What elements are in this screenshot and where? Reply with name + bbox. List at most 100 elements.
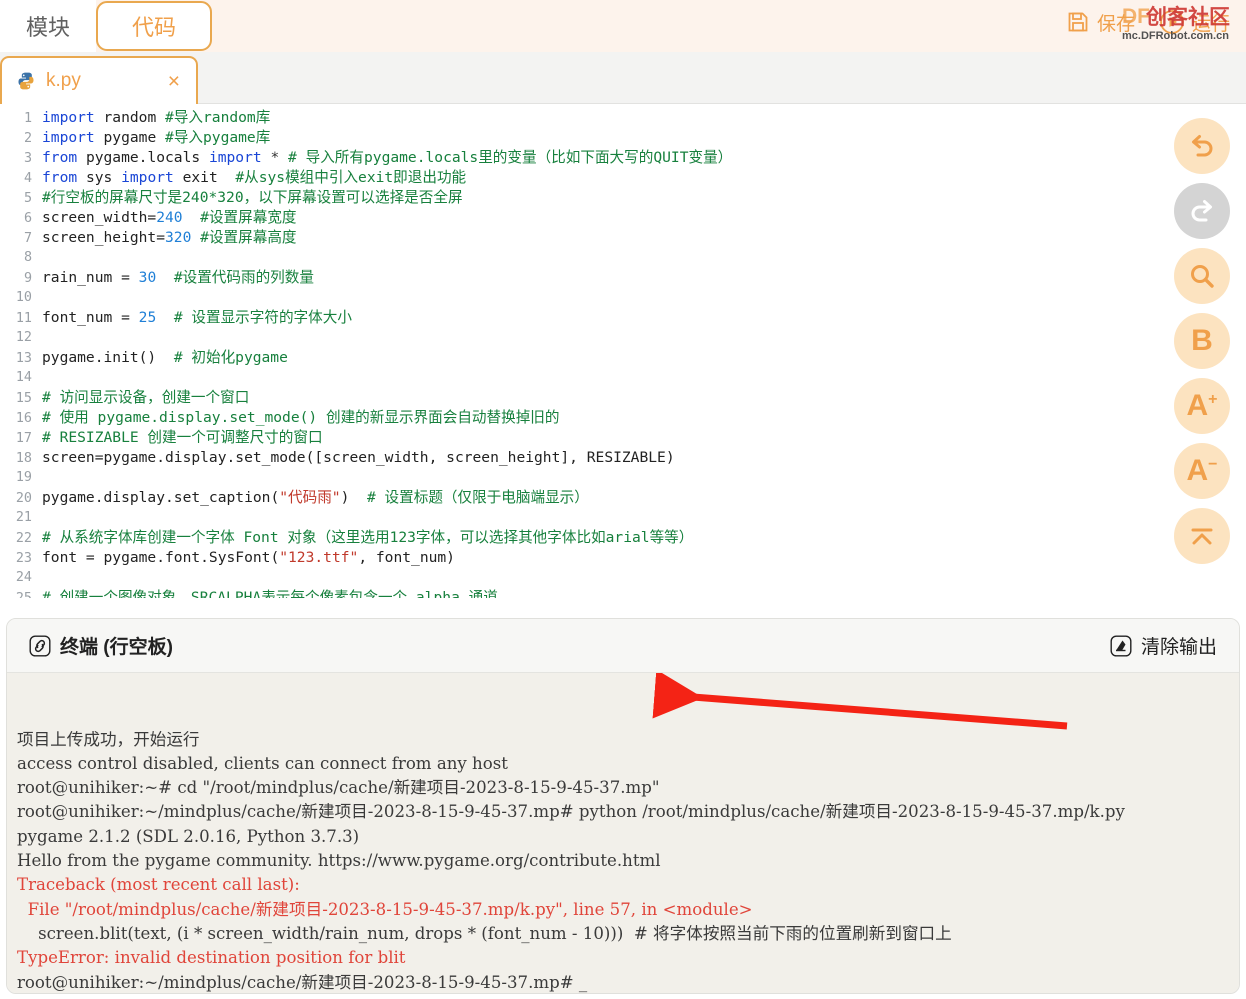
code-line[interactable]: 21: [0, 508, 1160, 528]
rail-button-undo[interactable]: [1174, 118, 1230, 174]
code-line[interactable]: 6 screen_width=240 #设置屏幕宽度: [0, 208, 1160, 228]
code-line[interactable]: 25# 创建一个图像对象，SRCALPHA表示每个像素包含一个 alpha 通道: [0, 588, 1160, 598]
link-icon: [29, 635, 51, 657]
code-token: import: [42, 109, 104, 126]
code-line[interactable]: 20 pygame.display.set_caption("代码雨") # 设置…: [0, 488, 1160, 508]
code-token: pygame.locals: [85, 149, 209, 166]
save-button-label: 保存: [1096, 13, 1135, 35]
code-token: exit: [182, 169, 236, 186]
code-editor[interactable]: 1 import random #导入random库 2 import pygame …: [0, 104, 1246, 598]
line-number: 25: [0, 589, 42, 598]
font-decrease-icon: A−: [1186, 454, 1218, 487]
rail-button-search[interactable]: [1174, 248, 1230, 304]
line-number: 9: [23, 271, 32, 286]
line-number: 22: [15, 531, 32, 546]
line-number: 24: [15, 570, 32, 585]
rail-button-font-increase[interactable]: A+: [1174, 378, 1230, 434]
terminal-title-label: 终端 (行空板): [60, 637, 173, 658]
code-line-text: # 访问显示设备，创建一个窗口: [42, 388, 249, 408]
code-token: screen_height=: [42, 229, 166, 246]
terminal-line: root@unihiker:~# cd "/root/mindplus/cach…: [17, 778, 660, 798]
code-token: font = pygame.font.SysFont(: [42, 549, 280, 566]
file-tab-k-py[interactable]: k.py ×: [0, 56, 198, 104]
code-token: import: [121, 169, 183, 186]
code-token: from: [42, 149, 86, 166]
editor-tool-rail: B A+ A−: [1174, 118, 1230, 564]
run-button-label: 运行: [1191, 13, 1230, 35]
code-token: sys: [85, 169, 122, 186]
mode-tab-modules[interactable]: 模块: [0, 0, 97, 52]
code-token: #导入random库: [165, 109, 271, 126]
code-line[interactable]: 8: [0, 248, 1160, 268]
code-token: , font_num): [358, 549, 455, 566]
code-token: # RESIZABLE 创建一个可调整尺寸的窗口: [42, 429, 323, 446]
clear-output-button[interactable]: 清除输出: [1110, 632, 1217, 659]
line-number: 13: [15, 351, 32, 366]
save-button[interactable]: 保存: [1054, 0, 1147, 44]
terminal-output[interactable]: 项目上传成功，开始运行 access control disabled, clie…: [7, 673, 1239, 993]
code-line[interactable]: 5 #行空板的屏幕尺寸是240*320，以下屏幕设置可以选择是否全屏: [0, 188, 1160, 208]
rail-button-bold-format[interactable]: B: [1174, 313, 1230, 369]
python-icon: [18, 72, 34, 90]
code-token: import: [208, 149, 271, 166]
code-line[interactable]: 7 screen_height=320 #设置屏幕高度: [0, 228, 1160, 248]
line-number: 5: [23, 191, 32, 206]
code-token: # 初始化pygame: [173, 349, 288, 366]
undo-icon: [1187, 131, 1217, 161]
code-line[interactable]: 1 import random #导入random库: [0, 108, 1160, 128]
code-line[interactable]: 19: [0, 468, 1160, 488]
code-line-text: import pygame #导入pygame库: [42, 128, 270, 148]
code-line[interactable]: 11 font_num = 25 # 设置显示字符的字体大小: [0, 308, 1160, 328]
code-token: #设置屏幕高度: [200, 229, 297, 246]
rail-button-font-decrease[interactable]: A−: [1174, 443, 1230, 499]
code-line[interactable]: 17 # RESIZABLE 创建一个可调整尺寸的窗口: [0, 428, 1160, 448]
code-token: screen_width=: [42, 209, 157, 226]
terminal-line: Traceback (most recent call last):: [17, 875, 300, 895]
code-line-text: from sys import exit #从sys模组中引入exit即退出功能: [42, 168, 466, 188]
code-token: *: [270, 149, 289, 166]
code-line[interactable]: 3 from pygame.locals import * # 导入所有pygam…: [0, 148, 1160, 168]
code-token: 320: [165, 229, 192, 246]
code-line[interactable]: 24: [0, 568, 1160, 588]
code-token: # 创建一个图像对象，SRCALPHA表示每个像素包含一个 alpha 通道: [42, 589, 498, 598]
terminal-header: 终端 (行空板) 清除输出: [7, 619, 1239, 673]
code-line[interactable]: 9 rain_num = 30 #设置代码雨的列数量: [0, 268, 1160, 288]
code-token: pygame.init(): [42, 349, 157, 366]
code-line[interactable]: 14: [0, 368, 1160, 388]
bold-format-icon: B: [1191, 324, 1213, 357]
line-number: 2: [23, 131, 32, 146]
code-line[interactable]: 16 # 使用 pygame.display.set_mode() 创建的新显示界…: [0, 408, 1160, 428]
code-line-text: font = pygame.font.SysFont("123.ttf", fo…: [42, 548, 455, 568]
code-token: font_num =: [42, 309, 139, 326]
clear-output-label: 清除输出: [1140, 637, 1217, 658]
rail-button-collapse-all[interactable]: [1174, 508, 1230, 564]
close-icon[interactable]: ×: [166, 71, 182, 92]
code-line[interactable]: 12: [0, 328, 1160, 348]
terminal-line: root@unihiker:~/mindplus/cache/新建项目-2023…: [17, 972, 588, 992]
terminal-line: TypeError: invalid destination position …: [17, 948, 406, 968]
code-token: pygame: [103, 129, 166, 146]
mode-tab-code[interactable]: 代码: [96, 1, 213, 51]
code-token: #设置屏幕宽度: [200, 209, 297, 226]
code-line[interactable]: 10: [0, 288, 1160, 308]
code-line[interactable]: 4 from sys import exit #从sys模组中引入exit即退出功…: [0, 168, 1160, 188]
code-line-text: font_num = 25 # 设置显示字符的字体大小: [42, 308, 352, 328]
code-line[interactable]: 15 # 访问显示设备，创建一个窗口: [0, 388, 1160, 408]
line-number: 17: [15, 431, 32, 446]
code-line[interactable]: 13 pygame.init() # 初始化pygame: [0, 348, 1160, 368]
code-line[interactable]: 18 screen=pygame.display.set_mode([screen…: [0, 448, 1160, 468]
code-line[interactable]: 22 # 从系统字体库创建一个字体 Font 对象（这里选用123字体，可以选择其…: [0, 528, 1160, 548]
header-actions: 保存 运行 DF 创客社区 mc.DFRobot.com.cn: [1054, 0, 1246, 44]
code-line-list: 1 import random #导入random库 2 import pygame …: [0, 108, 1160, 598]
run-button[interactable]: 运行: [1147, 0, 1242, 44]
terminal-line: root@unihiker:~/mindplus/cache/新建项目-2023…: [17, 802, 1125, 822]
code-line[interactable]: 23 font = pygame.font.SysFont("123.ttf", …: [0, 548, 1160, 568]
code-line-text: # 创建一个图像对象，SRCALPHA表示每个像素包含一个 alpha 通道: [42, 588, 498, 598]
line-number: 18: [15, 451, 32, 466]
file-tab-label: k.py: [46, 70, 81, 91]
code-line[interactable]: 2 import pygame #导入pygame库: [0, 128, 1160, 148]
line-number: 10: [15, 290, 32, 305]
line-number: 16: [15, 411, 32, 426]
